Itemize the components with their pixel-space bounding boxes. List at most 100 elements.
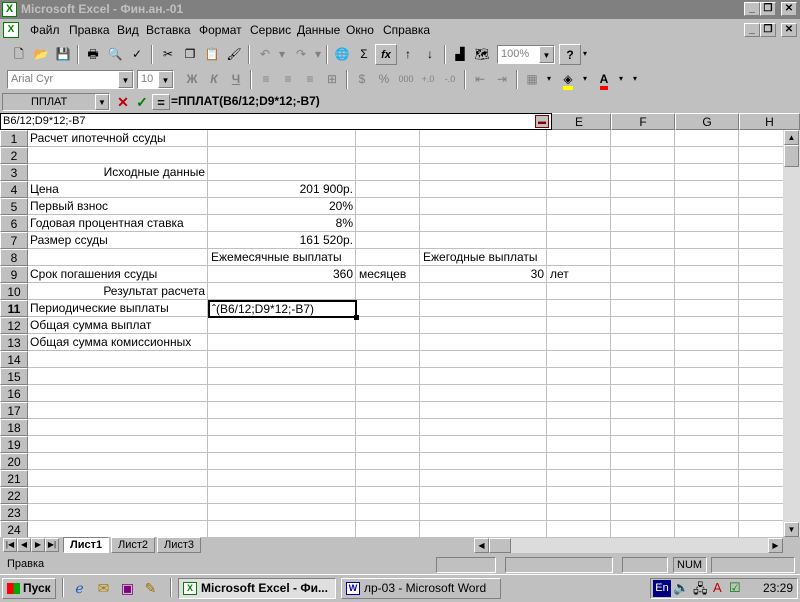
merge-center-icon[interactable]: ⊞ [321, 69, 343, 90]
name-box[interactable]: ППЛАТ ▼ [2, 93, 110, 111]
enter-icon[interactable]: ✓ [133, 94, 151, 110]
row-header[interactable]: 13 [0, 334, 28, 351]
toolbar-more-icon[interactable]: ▾ [579, 44, 591, 65]
row-header[interactable]: 22 [0, 487, 28, 504]
fill-color-icon[interactable]: ◈ [557, 69, 579, 90]
row-header[interactable]: 9 [0, 266, 28, 283]
cell-b8[interactable]: Ежемесячные выплаты [211, 249, 342, 266]
task-excel[interactable]: X Microsoft Excel - Фи... [178, 578, 336, 599]
vertical-scrollbar[interactable]: ▲ ▼ [783, 130, 800, 537]
scroll-right-icon[interactable]: ▶ [768, 538, 783, 553]
percent-button[interactable]: % [373, 69, 395, 90]
menu-edit[interactable]: Правка [69, 23, 110, 37]
edit-formula-button[interactable]: = [152, 94, 170, 110]
menu-file[interactable]: Файл [30, 23, 60, 37]
restore-button[interactable]: ❐ [760, 2, 776, 16]
print-icon[interactable]: 🖶 [82, 44, 104, 65]
row-header[interactable]: 6 [0, 215, 28, 232]
row-header[interactable]: 24 [0, 521, 28, 537]
hyperlink-icon[interactable]: 🌐 [331, 44, 353, 65]
align-center-icon[interactable]: ≡ [277, 69, 299, 90]
cell-b4[interactable]: 201 900р. [208, 181, 356, 198]
worksheet-grid[interactable]: A B C D E F G H 1 2 3 4 5 6 7 8 9 10 11 … [0, 113, 800, 537]
decrease-decimal-icon[interactable]: -.0 [439, 69, 461, 90]
row-header[interactable]: 8 [0, 249, 28, 266]
sheet-tab-2[interactable]: Лист2 [111, 537, 156, 553]
decrease-indent-icon[interactable]: ⇤ [469, 69, 491, 90]
close-button[interactable]: ✕ [781, 2, 797, 16]
column-header-h[interactable]: H [739, 113, 800, 130]
chevron-down-icon[interactable]: ▼ [158, 71, 173, 88]
currency-icon[interactable]: $ [351, 69, 373, 90]
start-button[interactable]: Пуск [2, 578, 56, 599]
show-desktop-icon[interactable]: ▣ [118, 579, 137, 598]
print-preview-icon[interactable]: 🔍 [104, 44, 126, 65]
row-header[interactable]: 17 [0, 402, 28, 419]
row-header-active[interactable]: 11 [0, 300, 28, 317]
cell-a13[interactable]: Общая сумма комиссионных [30, 334, 191, 351]
cell-a1[interactable]: Расчет ипотечной ссуды [30, 130, 166, 147]
chevron-down-icon[interactable]: ▼ [118, 71, 133, 88]
internet-explorer-icon[interactable]: ℯ [70, 579, 89, 598]
sort-descending-icon[interactable]: ↓ [419, 44, 441, 65]
align-left-icon[interactable]: ≡ [255, 69, 277, 90]
cut-icon[interactable]: ✂ [157, 44, 179, 65]
row-header[interactable]: 14 [0, 351, 28, 368]
help-icon[interactable]: ? [559, 44, 581, 65]
doc-restore-button[interactable]: ❐ [760, 23, 776, 37]
vertical-scroll-thumb[interactable] [784, 145, 799, 167]
first-sheet-icon[interactable]: |◀ [3, 538, 17, 552]
cell-d9[interactable]: 30 [420, 266, 547, 283]
row-header[interactable]: 12 [0, 317, 28, 334]
workbook-icon[interactable]: X [3, 22, 19, 38]
row-header[interactable]: 4 [0, 181, 28, 198]
scroll-up-icon[interactable]: ▲ [784, 130, 799, 145]
map-icon[interactable]: 🗺 [471, 44, 493, 65]
cell-e9[interactable]: лет [550, 266, 569, 283]
cell-b6[interactable]: 8% [208, 215, 356, 232]
row-header[interactable]: 3 [0, 164, 28, 181]
outlook-express-icon[interactable]: ✉ [94, 579, 113, 598]
language-indicator[interactable]: En [653, 580, 671, 597]
doc-close-button[interactable]: ✕ [781, 23, 797, 37]
borders-icon[interactable]: ▦ [521, 69, 543, 90]
column-header-g[interactable]: G [675, 113, 739, 130]
row-header[interactable]: 5 [0, 198, 28, 215]
zoom-combo[interactable]: 100% ▼ [497, 45, 555, 64]
cancel-icon[interactable]: ✕ [114, 94, 132, 110]
function-arguments-edit-box[interactable]: B6/12;D9*12;-B7 ▬ [0, 113, 552, 130]
scroll-left-icon[interactable]: ◀ [474, 538, 489, 553]
fill-handle[interactable] [354, 315, 359, 320]
cell-a6[interactable]: Годовая процентная ставка [30, 215, 184, 232]
fill-color-dropdown-icon[interactable]: ▾ [579, 69, 591, 90]
volume-icon[interactable]: 🔊 [673, 580, 689, 596]
prev-sheet-icon[interactable]: ◀ [17, 538, 31, 552]
menu-insert[interactable]: Вставка [146, 23, 191, 37]
menu-window[interactable]: Окно [346, 23, 374, 37]
cell-c9[interactable]: месяцев [359, 266, 406, 283]
open-folder-icon[interactable]: 📂 [30, 44, 52, 65]
align-right-icon[interactable]: ≡ [299, 69, 321, 90]
format-painter-icon[interactable]: 🖌 [223, 44, 245, 65]
undo-icon[interactable]: ↶ [254, 44, 276, 65]
menu-view[interactable]: Вид [117, 23, 139, 37]
function-wizard-icon[interactable]: fx [375, 44, 397, 65]
column-header-f[interactable]: F [611, 113, 675, 130]
excel-icon[interactable]: X [2, 2, 17, 17]
autosum-icon[interactable]: Σ [353, 44, 375, 65]
row-header[interactable]: 10 [0, 283, 28, 300]
sheet-tab-1[interactable]: Лист1 [63, 537, 110, 553]
horizontal-scrollbar[interactable]: ◀ ▶ [474, 538, 783, 553]
cell-b7[interactable]: 161 520р. [208, 232, 356, 249]
underline-button[interactable]: Ч [225, 69, 247, 90]
cell-a5[interactable]: Первый взнос [30, 198, 108, 215]
row-header[interactable]: 21 [0, 470, 28, 487]
cell-a12[interactable]: Общая сумма выплат [30, 317, 151, 334]
scheduler-icon[interactable]: ☑ [729, 580, 741, 596]
menu-tools[interactable]: Сервис [250, 23, 291, 37]
cell-a3[interactable]: Исходные данные [28, 164, 208, 181]
sort-ascending-icon[interactable]: ↑ [397, 44, 419, 65]
last-sheet-icon[interactable]: ▶| [45, 538, 59, 552]
chevron-down-icon[interactable]: ▼ [539, 46, 554, 63]
row-header[interactable]: 23 [0, 504, 28, 521]
